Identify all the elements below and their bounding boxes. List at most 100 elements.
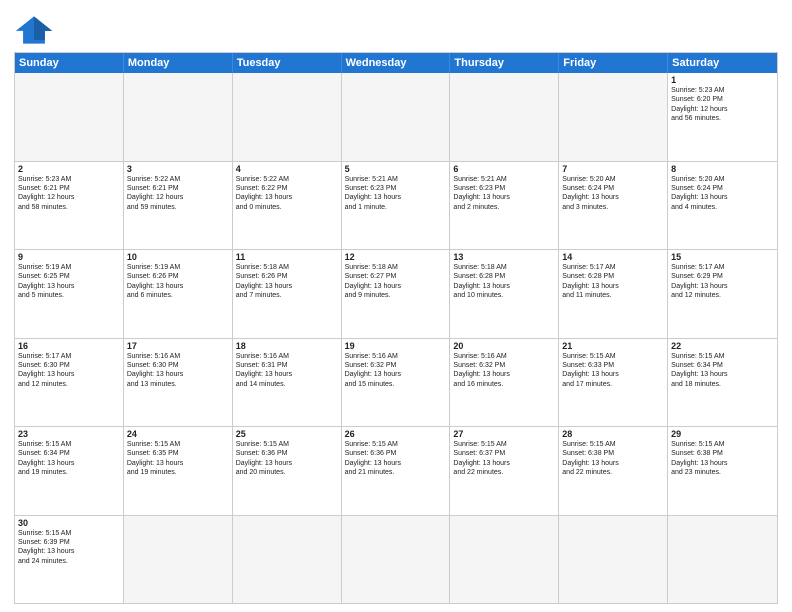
day-number: 4 [236,164,338,174]
day-number: 3 [127,164,229,174]
day-info: Sunrise: 5:16 AM Sunset: 6:32 PM Dayligh… [453,352,555,390]
calendar: SundayMondayTuesdayWednesdayThursdayFrid… [14,52,778,604]
day-number: 19 [345,341,447,351]
day-number: 18 [236,341,338,351]
calendar-cell-6-4 [342,516,451,604]
calendar-cell-1-7: 1Sunrise: 5:23 AM Sunset: 6:20 PM Daylig… [668,73,777,161]
header-day-saturday: Saturday [668,53,777,73]
calendar-row-5: 23Sunrise: 5:15 AM Sunset: 6:34 PM Dayli… [15,426,777,515]
header-day-thursday: Thursday [450,53,559,73]
calendar-cell-4-7: 22Sunrise: 5:15 AM Sunset: 6:34 PM Dayli… [668,339,777,427]
calendar-cell-3-1: 9Sunrise: 5:19 AM Sunset: 6:25 PM Daylig… [15,250,124,338]
calendar-cell-6-6 [559,516,668,604]
day-number: 20 [453,341,555,351]
day-info: Sunrise: 5:15 AM Sunset: 6:36 PM Dayligh… [236,440,338,478]
day-info: Sunrise: 5:15 AM Sunset: 6:36 PM Dayligh… [345,440,447,478]
page: SundayMondayTuesdayWednesdayThursdayFrid… [0,0,792,612]
day-number: 12 [345,252,447,262]
calendar-cell-4-5: 20Sunrise: 5:16 AM Sunset: 6:32 PM Dayli… [450,339,559,427]
calendar-cell-6-2 [124,516,233,604]
calendar-cell-5-5: 27Sunrise: 5:15 AM Sunset: 6:37 PM Dayli… [450,427,559,515]
day-info: Sunrise: 5:22 AM Sunset: 6:22 PM Dayligh… [236,175,338,213]
day-info: Sunrise: 5:19 AM Sunset: 6:25 PM Dayligh… [18,263,120,301]
calendar-cell-3-2: 10Sunrise: 5:19 AM Sunset: 6:26 PM Dayli… [124,250,233,338]
calendar-cell-3-4: 12Sunrise: 5:18 AM Sunset: 6:27 PM Dayli… [342,250,451,338]
calendar-row-4: 16Sunrise: 5:17 AM Sunset: 6:30 PM Dayli… [15,338,777,427]
calendar-cell-3-7: 15Sunrise: 5:17 AM Sunset: 6:29 PM Dayli… [668,250,777,338]
day-info: Sunrise: 5:16 AM Sunset: 6:32 PM Dayligh… [345,352,447,390]
header-day-friday: Friday [559,53,668,73]
day-number: 10 [127,252,229,262]
calendar-cell-1-4 [342,73,451,161]
day-info: Sunrise: 5:15 AM Sunset: 6:33 PM Dayligh… [562,352,664,390]
calendar-cell-4-6: 21Sunrise: 5:15 AM Sunset: 6:33 PM Dayli… [559,339,668,427]
day-info: Sunrise: 5:17 AM Sunset: 6:28 PM Dayligh… [562,263,664,301]
calendar-cell-2-3: 4Sunrise: 5:22 AM Sunset: 6:22 PM Daylig… [233,162,342,250]
day-info: Sunrise: 5:20 AM Sunset: 6:24 PM Dayligh… [562,175,664,213]
logo [14,14,58,46]
day-number: 26 [345,429,447,439]
calendar-cell-1-1 [15,73,124,161]
day-info: Sunrise: 5:15 AM Sunset: 6:39 PM Dayligh… [18,529,120,567]
calendar-cell-5-7: 29Sunrise: 5:15 AM Sunset: 6:38 PM Dayli… [668,427,777,515]
day-number: 29 [671,429,774,439]
logo-icon [14,14,54,46]
calendar-cell-4-2: 17Sunrise: 5:16 AM Sunset: 6:30 PM Dayli… [124,339,233,427]
day-info: Sunrise: 5:17 AM Sunset: 6:29 PM Dayligh… [671,263,774,301]
day-info: Sunrise: 5:15 AM Sunset: 6:38 PM Dayligh… [562,440,664,478]
calendar-cell-2-6: 7Sunrise: 5:20 AM Sunset: 6:24 PM Daylig… [559,162,668,250]
calendar-cell-5-6: 28Sunrise: 5:15 AM Sunset: 6:38 PM Dayli… [559,427,668,515]
day-number: 8 [671,164,774,174]
day-info: Sunrise: 5:16 AM Sunset: 6:30 PM Dayligh… [127,352,229,390]
day-number: 28 [562,429,664,439]
day-number: 21 [562,341,664,351]
calendar-cell-5-1: 23Sunrise: 5:15 AM Sunset: 6:34 PM Dayli… [15,427,124,515]
calendar-row-1: 1Sunrise: 5:23 AM Sunset: 6:20 PM Daylig… [15,73,777,161]
header-day-wednesday: Wednesday [342,53,451,73]
calendar-cell-1-2 [124,73,233,161]
calendar-cell-1-3 [233,73,342,161]
calendar-cell-6-5 [450,516,559,604]
calendar-cell-2-5: 6Sunrise: 5:21 AM Sunset: 6:23 PM Daylig… [450,162,559,250]
day-number: 27 [453,429,555,439]
day-number: 17 [127,341,229,351]
day-number: 24 [127,429,229,439]
day-number: 30 [18,518,120,528]
calendar-cell-4-1: 16Sunrise: 5:17 AM Sunset: 6:30 PM Dayli… [15,339,124,427]
day-info: Sunrise: 5:15 AM Sunset: 6:37 PM Dayligh… [453,440,555,478]
header [14,10,778,46]
day-info: Sunrise: 5:17 AM Sunset: 6:30 PM Dayligh… [18,352,120,390]
day-info: Sunrise: 5:15 AM Sunset: 6:35 PM Dayligh… [127,440,229,478]
calendar-cell-2-7: 8Sunrise: 5:20 AM Sunset: 6:24 PM Daylig… [668,162,777,250]
calendar-cell-2-4: 5Sunrise: 5:21 AM Sunset: 6:23 PM Daylig… [342,162,451,250]
day-number: 23 [18,429,120,439]
day-info: Sunrise: 5:15 AM Sunset: 6:34 PM Dayligh… [18,440,120,478]
calendar-cell-1-5 [450,73,559,161]
calendar-cell-5-4: 26Sunrise: 5:15 AM Sunset: 6:36 PM Dayli… [342,427,451,515]
day-number: 25 [236,429,338,439]
day-number: 5 [345,164,447,174]
header-day-sunday: Sunday [15,53,124,73]
day-info: Sunrise: 5:22 AM Sunset: 6:21 PM Dayligh… [127,175,229,213]
day-number: 1 [671,75,774,85]
day-info: Sunrise: 5:20 AM Sunset: 6:24 PM Dayligh… [671,175,774,213]
day-info: Sunrise: 5:23 AM Sunset: 6:20 PM Dayligh… [671,86,774,124]
calendar-cell-3-6: 14Sunrise: 5:17 AM Sunset: 6:28 PM Dayli… [559,250,668,338]
day-number: 7 [562,164,664,174]
calendar-cell-5-2: 24Sunrise: 5:15 AM Sunset: 6:35 PM Dayli… [124,427,233,515]
day-number: 6 [453,164,555,174]
calendar-cell-3-5: 13Sunrise: 5:18 AM Sunset: 6:28 PM Dayli… [450,250,559,338]
day-number: 11 [236,252,338,262]
header-day-tuesday: Tuesday [233,53,342,73]
day-info: Sunrise: 5:18 AM Sunset: 6:28 PM Dayligh… [453,263,555,301]
day-info: Sunrise: 5:19 AM Sunset: 6:26 PM Dayligh… [127,263,229,301]
day-info: Sunrise: 5:18 AM Sunset: 6:26 PM Dayligh… [236,263,338,301]
day-number: 14 [562,252,664,262]
calendar-row-2: 2Sunrise: 5:23 AM Sunset: 6:21 PM Daylig… [15,161,777,250]
calendar-cell-6-7 [668,516,777,604]
calendar-cell-4-3: 18Sunrise: 5:16 AM Sunset: 6:31 PM Dayli… [233,339,342,427]
header-day-monday: Monday [124,53,233,73]
day-info: Sunrise: 5:21 AM Sunset: 6:23 PM Dayligh… [453,175,555,213]
calendar-header: SundayMondayTuesdayWednesdayThursdayFrid… [15,53,777,73]
day-info: Sunrise: 5:18 AM Sunset: 6:27 PM Dayligh… [345,263,447,301]
